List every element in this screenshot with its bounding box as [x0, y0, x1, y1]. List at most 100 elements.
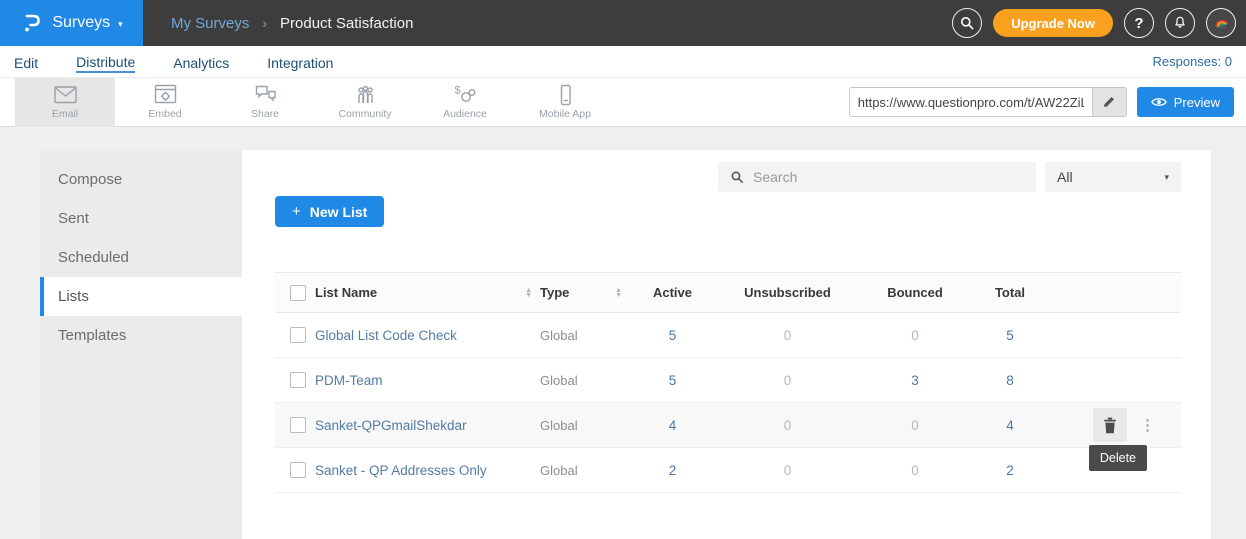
bounced-count: 0	[860, 403, 970, 448]
notifications-button[interactable]	[1165, 8, 1195, 38]
embed-icon	[153, 84, 178, 106]
bounced-count: 0	[860, 448, 970, 493]
select-all-checkbox[interactable]	[290, 285, 306, 301]
email-distribution-panel: Compose Sent Scheduled Lists Templates A…	[40, 150, 1211, 539]
list-type-filter[interactable]: All ▾	[1045, 162, 1181, 192]
table-row-hovered: Sanket-QPGmailShekdar Global 4 0 0 4	[275, 403, 1181, 448]
account-avatar[interactable]	[1206, 8, 1236, 38]
questionpro-logo-icon	[20, 11, 44, 35]
sort-icon[interactable]: ▲▼	[615, 288, 622, 298]
row-checkbox[interactable]	[290, 417, 306, 433]
row-checkbox[interactable]	[290, 462, 306, 478]
total-count[interactable]: 4	[970, 403, 1050, 448]
channel-share[interactable]: Share	[215, 78, 315, 127]
delete-list-button[interactable]	[1093, 408, 1127, 442]
responses-count: Responses: 0	[1153, 54, 1233, 69]
upgrade-now-button[interactable]: Upgrade Now	[993, 9, 1113, 37]
tab-analytics[interactable]: Analytics	[173, 52, 229, 71]
row-menu-icon[interactable]: ⋮	[1140, 418, 1155, 433]
product-switcher[interactable]: Surveys ▾	[0, 0, 143, 46]
delete-tooltip: Delete	[1089, 445, 1147, 471]
column-header-unsubscribed: Unsubscribed	[715, 273, 860, 313]
plus-icon: +	[292, 203, 301, 220]
survey-url-field	[849, 87, 1127, 117]
email-icon	[53, 84, 78, 106]
bell-icon	[1172, 15, 1188, 31]
channel-label: Audience	[443, 108, 487, 120]
unsubscribed-count: 0	[715, 313, 860, 358]
table-row: PDM-Team Global 5 0 3 8	[275, 358, 1181, 403]
new-list-button[interactable]: + New List	[275, 196, 384, 227]
channel-audience[interactable]: $ Audience	[415, 78, 515, 127]
unsubscribed-count: 0	[715, 448, 860, 493]
new-list-label: New List	[310, 204, 368, 220]
active-count[interactable]: 4	[630, 403, 715, 448]
column-header-type[interactable]: Type ▲▼	[540, 273, 630, 313]
breadcrumb: My Surveys › Product Satisfaction	[171, 15, 413, 32]
svg-text:$: $	[454, 85, 460, 97]
total-count[interactable]: 5	[970, 313, 1050, 358]
list-name-link[interactable]: Sanket-QPGmailShekdar	[315, 403, 540, 448]
breadcrumb-my-surveys[interactable]: My Surveys	[171, 15, 249, 32]
list-name-link[interactable]: Global List Code Check	[315, 313, 540, 358]
tab-edit[interactable]: Edit	[14, 52, 38, 71]
total-count[interactable]: 8	[970, 358, 1050, 403]
edit-url-button[interactable]	[1092, 88, 1126, 116]
search-button[interactable]	[952, 8, 982, 38]
chevron-down-icon: ▾	[118, 19, 123, 30]
tab-distribute[interactable]: Distribute	[76, 51, 135, 73]
active-count[interactable]: 5	[630, 313, 715, 358]
channel-label: Email	[52, 108, 78, 120]
row-checkbox[interactable]	[290, 327, 306, 343]
search-icon	[730, 170, 744, 184]
list-search-input[interactable]	[753, 169, 1024, 185]
column-header-total: Total	[970, 273, 1050, 313]
list-name-link[interactable]: PDM-Team	[315, 358, 540, 403]
channel-embed[interactable]: Embed	[115, 78, 215, 127]
column-header-list-name[interactable]: List Name ▲▼	[315, 273, 540, 313]
channel-email[interactable]: Email	[15, 78, 115, 127]
audience-icon: $	[453, 84, 478, 106]
channel-label: Embed	[148, 108, 181, 120]
product-name: Surveys	[52, 14, 110, 32]
mobile-phone-icon	[553, 84, 578, 106]
preview-button[interactable]: Preview	[1137, 87, 1234, 117]
distribute-toolbar: Email Embed Share Community $	[0, 77, 1246, 127]
channel-label: Mobile App	[539, 108, 591, 120]
sidebar-item-compose[interactable]: Compose	[40, 160, 242, 199]
sidebar-item-templates[interactable]: Templates	[40, 316, 242, 355]
breadcrumb-current-survey: Product Satisfaction	[280, 15, 413, 32]
table-row: Global List Code Check Global 5 0 0 5	[275, 313, 1181, 358]
sidebar-item-lists[interactable]: Lists	[40, 277, 242, 316]
search-icon	[959, 15, 975, 31]
list-filter-row: All ▾	[718, 162, 1181, 192]
survey-tab-bar: Edit Distribute Analytics Integration Re…	[0, 46, 1246, 77]
channel-mobile-app[interactable]: Mobile App	[515, 78, 615, 127]
top-header: Surveys ▾ My Surveys › Product Satisfact…	[0, 0, 1246, 46]
row-checkbox[interactable]	[290, 372, 306, 388]
list-type: Global	[540, 358, 630, 403]
header-actions: Upgrade Now ?	[952, 8, 1246, 38]
list-name-link[interactable]: Sanket - QP Addresses Only	[315, 448, 540, 493]
active-count[interactable]: 2	[630, 448, 715, 493]
channel-community[interactable]: Community	[315, 78, 415, 127]
list-type: Global	[540, 313, 630, 358]
active-count[interactable]: 5	[630, 358, 715, 403]
list-search-box	[718, 162, 1036, 192]
sidebar-item-sent[interactable]: Sent	[40, 199, 242, 238]
chevron-down-icon: ▾	[1164, 172, 1169, 183]
question-mark-icon: ?	[1134, 15, 1143, 32]
total-count[interactable]: 2	[970, 448, 1050, 493]
unsubscribed-count: 0	[715, 358, 860, 403]
pencil-icon	[1102, 95, 1116, 109]
community-icon	[353, 84, 378, 106]
tab-integration[interactable]: Integration	[267, 52, 333, 71]
sort-icon[interactable]: ▲▼	[525, 288, 532, 298]
bounced-count[interactable]: 3	[860, 358, 970, 403]
sidebar-item-scheduled[interactable]: Scheduled	[40, 238, 242, 277]
email-sidebar: Compose Sent Scheduled Lists Templates	[40, 150, 242, 539]
help-button[interactable]: ?	[1124, 8, 1154, 38]
breadcrumb-separator: ›	[262, 15, 267, 31]
email-lists-table: List Name ▲▼ Type ▲▼ Active Unsubscribed…	[275, 272, 1181, 493]
survey-url-input[interactable]	[850, 88, 1092, 116]
